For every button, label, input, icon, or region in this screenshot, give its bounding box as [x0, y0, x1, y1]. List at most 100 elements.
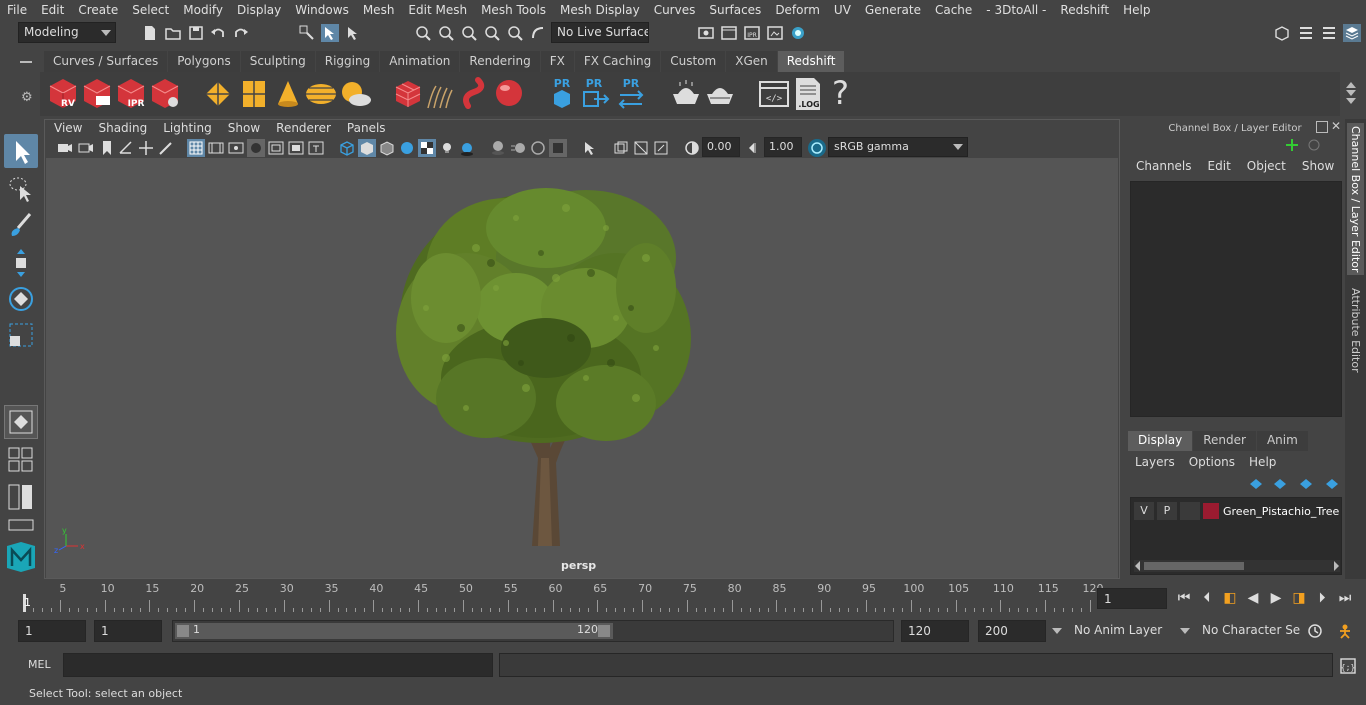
modeling-toolkit-icon[interactable]: [1273, 24, 1291, 42]
gamma-icon[interactable]: [745, 139, 763, 157]
grid-icon[interactable]: [187, 139, 205, 157]
redshift-render-settings-icon[interactable]: [148, 76, 182, 110]
go-to-end-button[interactable]: ⏭: [1335, 588, 1355, 608]
redshift-hair-icon[interactable]: [424, 82, 454, 110]
attribute-editor-toggle-icon[interactable]: [1297, 24, 1315, 42]
motion-blur-icon[interactable]: [509, 139, 527, 157]
shelf-tab-redshift[interactable]: Redshift: [777, 51, 845, 72]
wireframe-icon[interactable]: [338, 139, 356, 157]
save-scene-icon[interactable]: [187, 24, 205, 42]
mode-dropdown[interactable]: Modeling: [18, 22, 116, 43]
layer-tab-render[interactable]: Render: [1193, 431, 1256, 451]
redshift-curve-icon[interactable]: [460, 76, 492, 110]
menu-file[interactable]: File: [0, 3, 34, 17]
viewport-menu-show[interactable]: Show: [220, 120, 268, 138]
channel-menu-channels[interactable]: Channels: [1128, 159, 1200, 177]
layer-name[interactable]: Green_Pistachio_Tree: [1223, 505, 1339, 518]
two-d-pan-icon[interactable]: [137, 139, 155, 157]
snap-point-icon[interactable]: [460, 24, 478, 42]
play-forwards-button[interactable]: ▶: [1266, 588, 1286, 608]
viewport-menu-renderer[interactable]: Renderer: [268, 120, 339, 138]
script-editor-icon[interactable]: {;}: [1339, 657, 1357, 675]
snap-view-plane-icon[interactable]: [483, 24, 501, 42]
redshift-ipr-icon[interactable]: IPR: [114, 76, 148, 110]
channel-menu-edit[interactable]: Edit: [1200, 159, 1239, 177]
default-material-icon[interactable]: [398, 139, 416, 157]
menu-3dtoall[interactable]: - 3DtoAll -: [979, 3, 1053, 17]
shelf-tab-rendering[interactable]: Rendering: [460, 51, 540, 72]
shelf-tab-polygons[interactable]: Polygons: [168, 51, 240, 72]
new-scene-icon[interactable]: [141, 24, 159, 42]
redshift-spot-light-icon[interactable]: [272, 78, 304, 110]
scale-tool-button[interactable]: [4, 318, 38, 352]
lighting-icon[interactable]: [438, 139, 456, 157]
move-tool-button[interactable]: [4, 246, 38, 280]
redo-icon[interactable]: [232, 24, 250, 42]
start-time-field[interactable]: 1: [18, 620, 86, 642]
channel-menu-object[interactable]: Object: [1239, 159, 1294, 177]
menu-display[interactable]: Display: [230, 3, 288, 17]
shadows-icon[interactable]: [458, 139, 476, 157]
resolution-gate-icon[interactable]: [227, 139, 245, 157]
channel-box-mode-icons[interactable]: [1284, 137, 1324, 153]
depth-of-field-icon[interactable]: [549, 139, 567, 157]
single-pane-layout-button[interactable]: [4, 405, 38, 439]
range-slider[interactable]: 1 120: [172, 620, 894, 642]
tab-channel-box[interactable]: Channel Box / Layer Editor: [1347, 123, 1364, 275]
anim-layer-dropdown[interactable]: No Anim Layer: [1050, 620, 1176, 642]
color-space-dropdown[interactable]: sRGB gamma: [828, 137, 968, 157]
float-panel-icon[interactable]: [1316, 121, 1328, 133]
wireframe-on-shaded-icon[interactable]: [378, 139, 396, 157]
menu-create[interactable]: Create: [71, 3, 125, 17]
close-panel-icon[interactable]: ✕: [1331, 119, 1341, 133]
menu-mesh-tools[interactable]: Mesh Tools: [474, 3, 553, 17]
redshift-render-view-icon[interactable]: RV: [46, 76, 80, 110]
step-forward-frame-button[interactable]: ◨: [1289, 588, 1309, 608]
redshift-proxy-swap-icon[interactable]: PR: [616, 76, 646, 110]
menu-mesh[interactable]: Mesh: [356, 3, 402, 17]
menu-windows[interactable]: Windows: [288, 3, 356, 17]
image-plane-icon[interactable]: [117, 139, 135, 157]
screen-space-ao-icon[interactable]: [489, 139, 507, 157]
shelf-tab-sculpting[interactable]: Sculpting: [240, 51, 315, 72]
step-forward-key-button[interactable]: ⏵: [1312, 588, 1332, 608]
redshift-proxy-import-icon[interactable]: PR: [580, 76, 610, 110]
menu-redshift[interactable]: Redshift: [1053, 3, 1116, 17]
viewport-canvas[interactable]: x y z: [46, 158, 1118, 578]
redshift-volume-icon[interactable]: [392, 78, 424, 110]
auto-key-icon[interactable]: [1306, 622, 1324, 640]
shelf-tab-fx[interactable]: FX: [540, 51, 574, 72]
redshift-proxy-icon[interactable]: [202, 78, 234, 110]
select-hierarchy-icon[interactable]: [298, 24, 316, 42]
paint-select-tool-button[interactable]: [4, 208, 38, 242]
lasso-tool-button[interactable]: [4, 172, 38, 206]
layer-tab-display[interactable]: Display: [1128, 431, 1193, 451]
shelf-tab-rigging[interactable]: Rigging: [315, 51, 380, 72]
exposure-icon[interactable]: [683, 139, 701, 157]
select-camera-icon[interactable]: [56, 139, 74, 157]
end-time-field[interactable]: 200: [978, 620, 1046, 642]
channel-list[interactable]: [1130, 181, 1342, 417]
redshift-area-light-icon[interactable]: [238, 78, 270, 110]
tab-attribute-editor[interactable]: Attribute Editor: [1347, 285, 1364, 375]
xray-icon[interactable]: [612, 139, 630, 157]
layer-visibility-toggle[interactable]: V: [1134, 502, 1154, 520]
open-scene-icon[interactable]: [164, 24, 182, 42]
step-back-frame-button[interactable]: ◧: [1220, 588, 1240, 608]
color-management-icon[interactable]: [808, 139, 826, 157]
layer-display-type[interactable]: [1180, 502, 1200, 520]
redshift-dome-light-icon[interactable]: [304, 78, 338, 110]
xray-components-icon[interactable]: [652, 139, 670, 157]
snap-curve-icon[interactable]: [437, 24, 455, 42]
range-end-handle[interactable]: [598, 625, 610, 637]
field-chart-icon[interactable]: [267, 139, 285, 157]
hypershade-icon[interactable]: [789, 24, 807, 42]
menu-uv[interactable]: UV: [827, 3, 858, 17]
layer-color-swatch[interactable]: [1203, 503, 1219, 519]
layer-menu-options[interactable]: Options: [1182, 455, 1242, 473]
layer-menu-layers[interactable]: Layers: [1128, 455, 1182, 473]
viewport-menu-shading[interactable]: Shading: [90, 120, 155, 138]
exposure-field[interactable]: 0.00: [702, 137, 740, 157]
shelf-menu-icon[interactable]: [20, 56, 36, 68]
redshift-script-icon[interactable]: </>: [758, 78, 790, 110]
